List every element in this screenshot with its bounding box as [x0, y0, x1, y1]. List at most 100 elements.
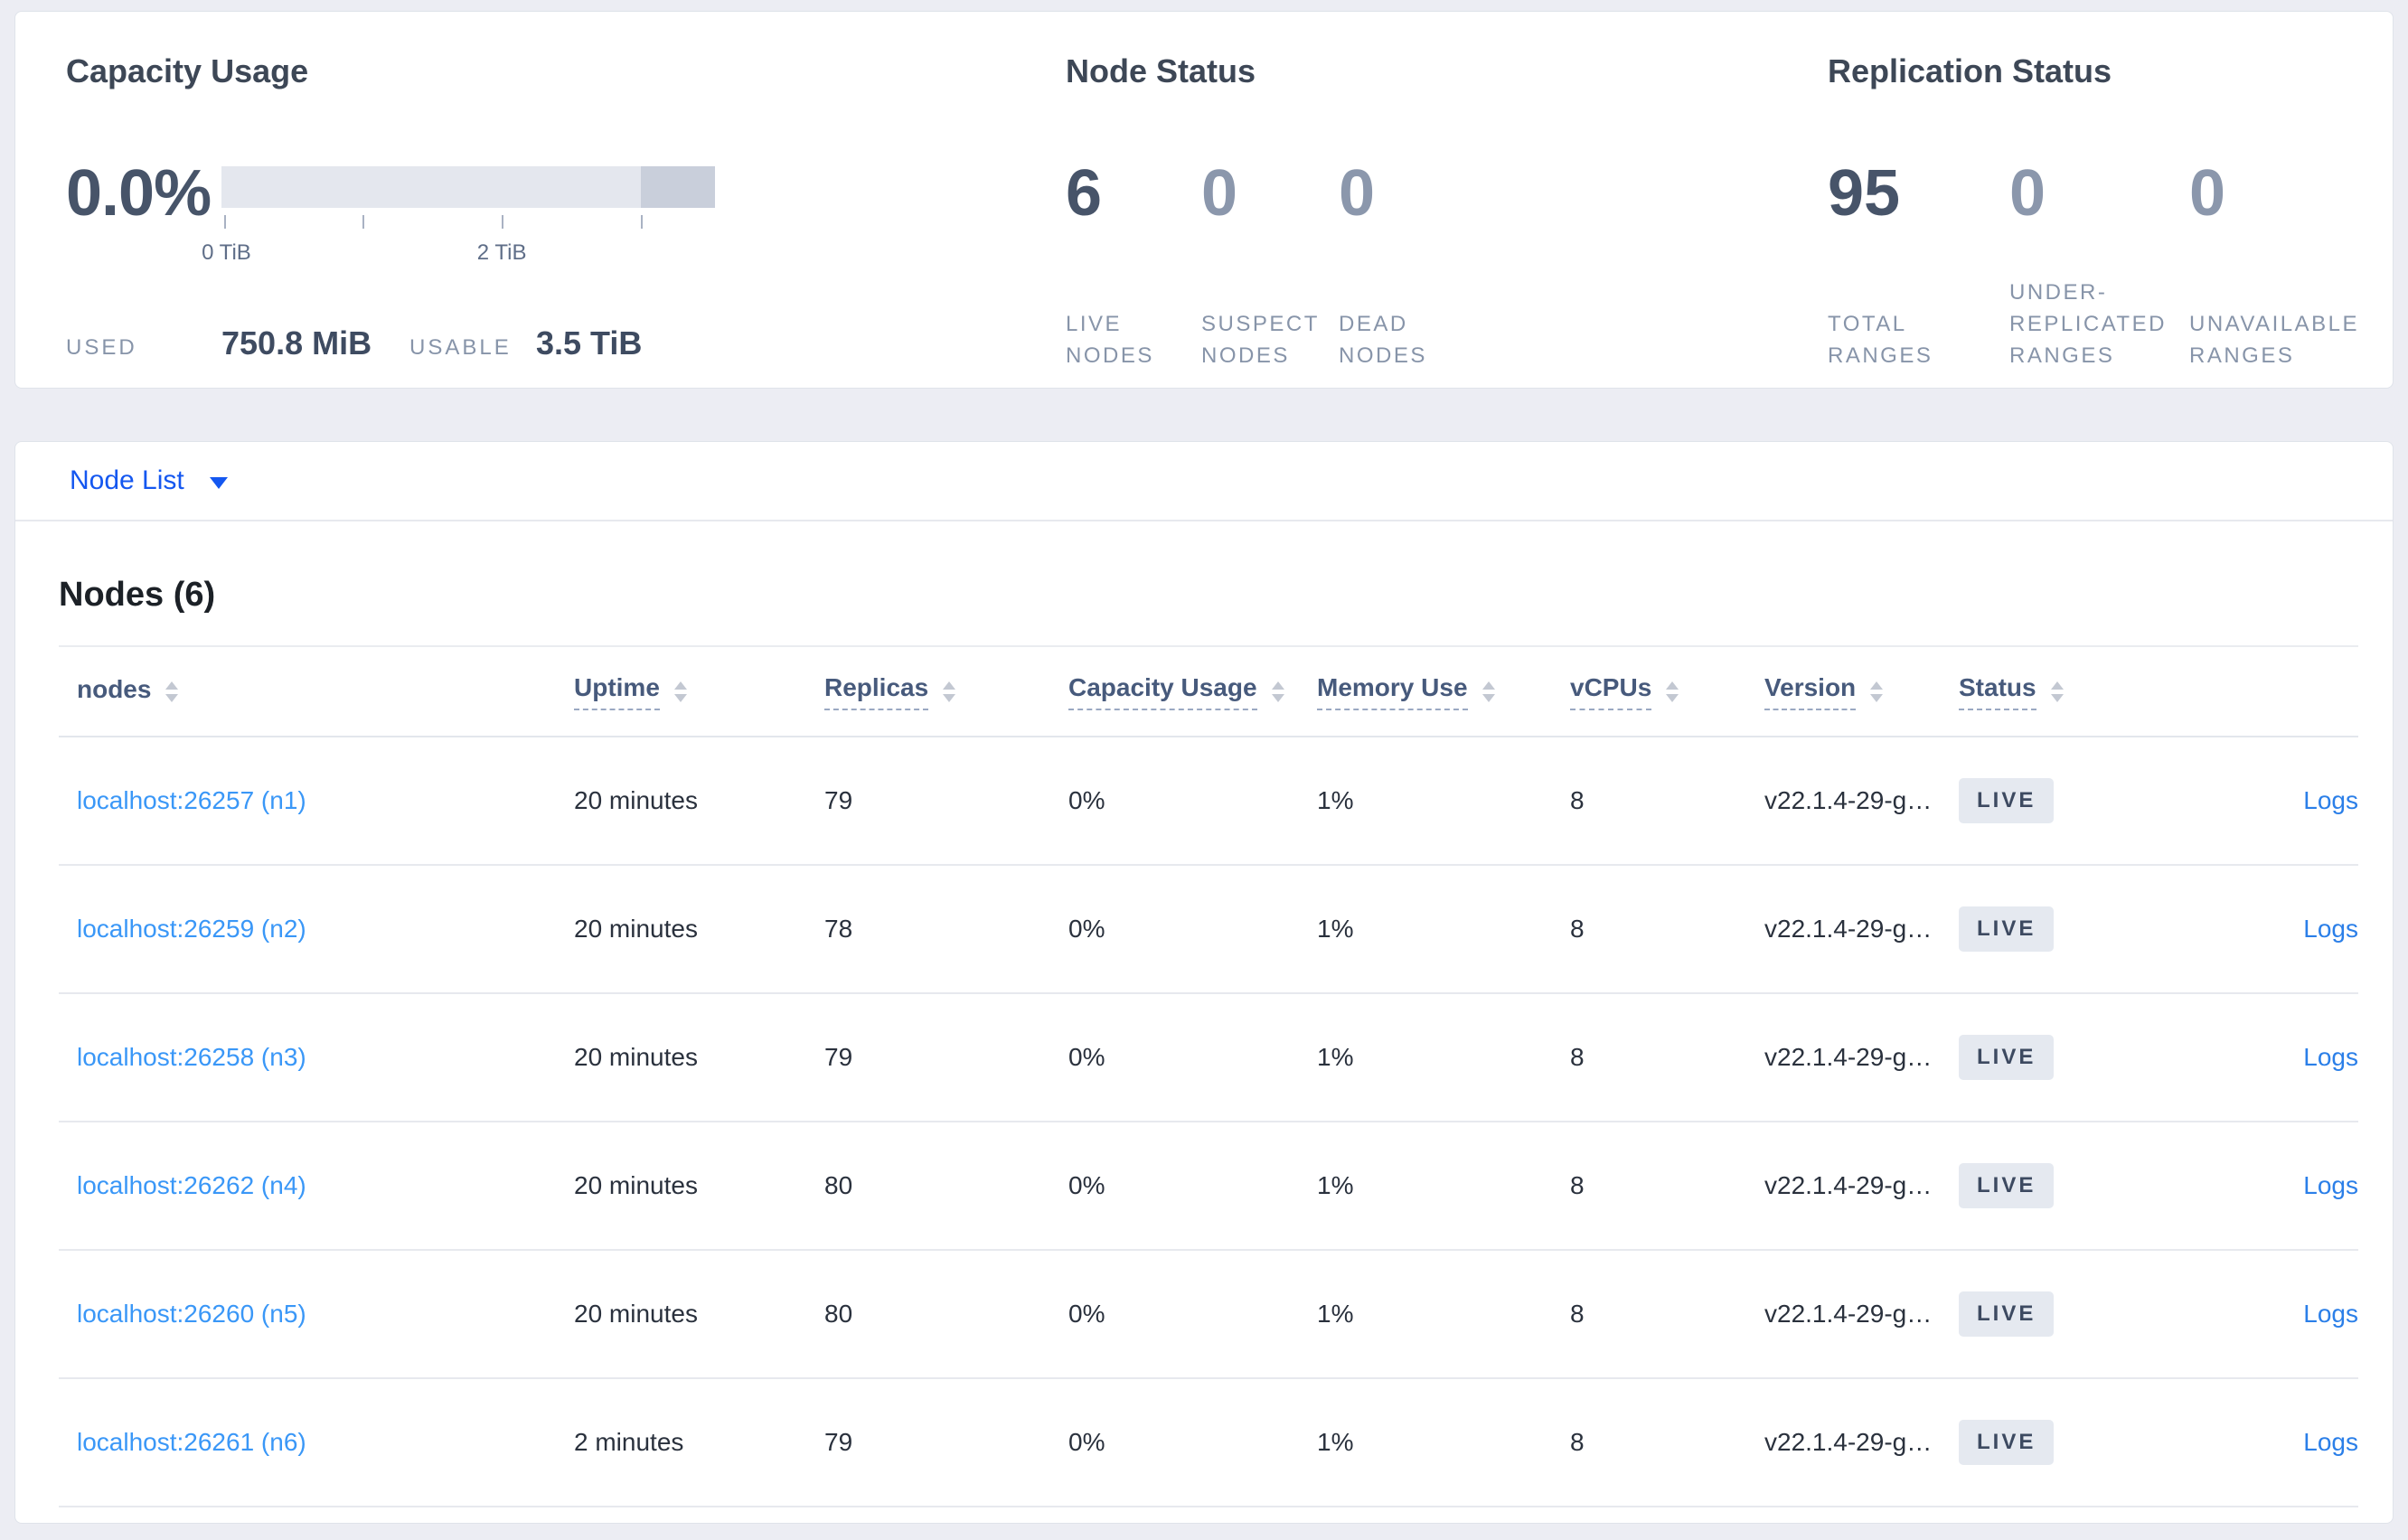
axis-tick — [362, 215, 364, 230]
uptime-cell: 20 minutes — [574, 786, 698, 814]
cluster-overview-page: Capacity Usage 0.0% 0 TiB 2 TiB USED 750… — [0, 0, 2408, 1524]
capacity-bar-remainder — [641, 166, 715, 209]
total-ranges-value: 95 — [1828, 157, 1901, 230]
column-header-label: vCPUs — [1570, 673, 1652, 710]
used-value: 750.8 MiB — [221, 324, 372, 362]
nodes-table-header: nodes Uptime Replicas Capacity Usage Mem… — [59, 647, 2358, 737]
table-row-n6: localhost:26261 (n6) 2 minutes 79 0% 1% … — [59, 1379, 2358, 1507]
node-address-link[interactable]: localhost:26261 (n6) — [77, 1428, 306, 1456]
capacity-usage-cell: 0% — [1068, 1171, 1105, 1199]
replication-status-section: Replication Status 95 0 0 TOTAL RANGES U… — [1822, 12, 2393, 388]
replication-status-title: Replication Status — [1828, 52, 2112, 89]
sort-icon — [943, 681, 956, 702]
replicas-cell: 79 — [824, 786, 853, 814]
node-address-link[interactable]: localhost:26259 (n2) — [77, 915, 306, 943]
column-header-label: nodes — [77, 675, 152, 703]
status-badge: LIVE — [1959, 777, 2055, 824]
cluster-summary-card: Capacity Usage 0.0% 0 TiB 2 TiB USED 750… — [14, 11, 2394, 389]
replicas-cell: 80 — [824, 1300, 853, 1328]
column-header-memory-use[interactable]: Memory Use — [1317, 673, 1570, 710]
replicas-cell: 79 — [824, 1043, 853, 1071]
under-replicated-ranges-label: UNDER-REPLICATED RANGES — [2009, 280, 2167, 368]
chevron-down-icon — [209, 476, 228, 489]
capacity-usage-cell: 0% — [1068, 1300, 1105, 1328]
node-address-link[interactable]: localhost:26257 (n1) — [77, 786, 306, 814]
node-list-dropdown[interactable]: Node List — [15, 442, 2393, 521]
node-address-link[interactable]: localhost:26260 (n5) — [77, 1300, 306, 1328]
node-list-dropdown-label[interactable]: Node List — [70, 465, 184, 496]
logs-link[interactable]: Logs — [2303, 786, 2358, 815]
vcpus-cell: 8 — [1570, 915, 1585, 943]
sort-icon — [1666, 681, 1679, 702]
sort-icon — [673, 681, 687, 702]
status-badge: LIVE — [1959, 1162, 2055, 1209]
status-badge: LIVE — [1959, 1291, 2055, 1338]
uptime-cell: 20 minutes — [574, 1171, 698, 1199]
unavailable-ranges-value: 0 — [2189, 157, 2226, 230]
node-status-section: Node Status 6 0 0 LIVE NODES SUSPECT NOD… — [1058, 12, 1822, 388]
capacity-usage-section: Capacity Usage 0.0% 0 TiB 2 TiB USED 750… — [15, 12, 1058, 388]
suspect-nodes-label: SUSPECT NODES — [1201, 312, 1320, 368]
replicas-cell: 79 — [824, 1428, 853, 1456]
logs-link[interactable]: Logs — [2303, 915, 2358, 944]
logs-link[interactable]: Logs — [2303, 1171, 2358, 1200]
column-header-label: Version — [1764, 673, 1857, 710]
column-header-vcpus[interactable]: vCPUs — [1570, 673, 1764, 710]
logs-link[interactable]: Logs — [2303, 1043, 2358, 1072]
column-header-label: Replicas — [824, 673, 929, 710]
version-cell: v22.1.4-29-g… — [1764, 1300, 1933, 1328]
memory-use-cell: 1% — [1317, 1171, 1354, 1199]
table-row-n5: localhost:26260 (n5) 20 minutes 80 0% 1%… — [59, 1251, 2358, 1379]
vcpus-cell: 8 — [1570, 1171, 1585, 1199]
uptime-cell: 20 minutes — [574, 1043, 698, 1071]
node-list-body: Nodes (6) nodes Uptime Replicas Capacity… — [15, 521, 2393, 1507]
table-row-n4: localhost:26262 (n4) 20 minutes 80 0% 1%… — [59, 1122, 2358, 1251]
column-header-status[interactable]: Status — [1959, 673, 2198, 710]
version-cell: v22.1.4-29-g… — [1764, 915, 1933, 943]
logs-link[interactable]: Logs — [2303, 1300, 2358, 1329]
version-cell: v22.1.4-29-g… — [1764, 1043, 1933, 1071]
version-cell: v22.1.4-29-g… — [1764, 1171, 1933, 1199]
replicas-cell: 80 — [824, 1171, 853, 1199]
column-header-capacity-usage[interactable]: Capacity Usage — [1068, 673, 1317, 710]
node-address-link[interactable]: localhost:26258 (n3) — [77, 1043, 306, 1071]
nodes-table: nodes Uptime Replicas Capacity Usage Mem… — [59, 645, 2358, 1507]
uptime-cell: 2 minutes — [574, 1428, 684, 1456]
memory-use-cell: 1% — [1317, 1043, 1354, 1071]
axis-tick — [223, 215, 226, 230]
column-header-replicas[interactable]: Replicas — [824, 673, 1068, 710]
sort-icon — [1271, 681, 1284, 702]
sort-icon — [2050, 681, 2064, 702]
under-replicated-ranges-value: 0 — [2009, 157, 2046, 230]
memory-use-cell: 1% — [1317, 915, 1354, 943]
column-header-nodes[interactable]: nodes — [77, 675, 574, 708]
version-cell: v22.1.4-29-g… — [1764, 786, 1933, 814]
dead-nodes-label: DEAD NODES — [1339, 312, 1427, 368]
column-header-label: Status — [1959, 673, 2036, 710]
capacity-usage-title: Capacity Usage — [66, 52, 309, 89]
vcpus-cell: 8 — [1570, 1043, 1585, 1071]
axis-tick-label: 2 TiB — [476, 240, 527, 266]
node-address-link[interactable]: localhost:26262 (n4) — [77, 1171, 306, 1199]
vcpus-cell: 8 — [1570, 1300, 1585, 1328]
column-header-version[interactable]: Version — [1764, 673, 1959, 710]
axis-tick-label: 0 TiB — [202, 240, 251, 266]
capacity-usage-cell: 0% — [1068, 786, 1105, 814]
uptime-cell: 20 minutes — [574, 915, 698, 943]
replicas-cell: 78 — [824, 915, 853, 943]
status-badge: LIVE — [1959, 1034, 2055, 1081]
column-header-label: Capacity Usage — [1068, 673, 1257, 710]
sort-icon — [165, 681, 179, 702]
node-list-card: Node List Nodes (6) nodes Uptime Replica… — [14, 441, 2394, 1524]
table-row-n1: localhost:26257 (n1) 20 minutes 79 0% 1%… — [59, 737, 2358, 866]
axis-tick — [502, 215, 504, 230]
usable-label: USABLE — [409, 335, 512, 360]
capacity-usage-cell: 0% — [1068, 1043, 1105, 1071]
logs-link[interactable]: Logs — [2303, 1428, 2358, 1457]
node-status-title: Node Status — [1066, 52, 1256, 89]
capacity-percent-value: 0.0% — [66, 157, 212, 230]
total-ranges-label: TOTAL RANGES — [1828, 312, 1933, 368]
column-header-uptime[interactable]: Uptime — [574, 673, 824, 710]
capacity-usage-bar: 0 TiB 2 TiB — [202, 166, 715, 265]
suspect-nodes-value: 0 — [1201, 157, 1238, 230]
